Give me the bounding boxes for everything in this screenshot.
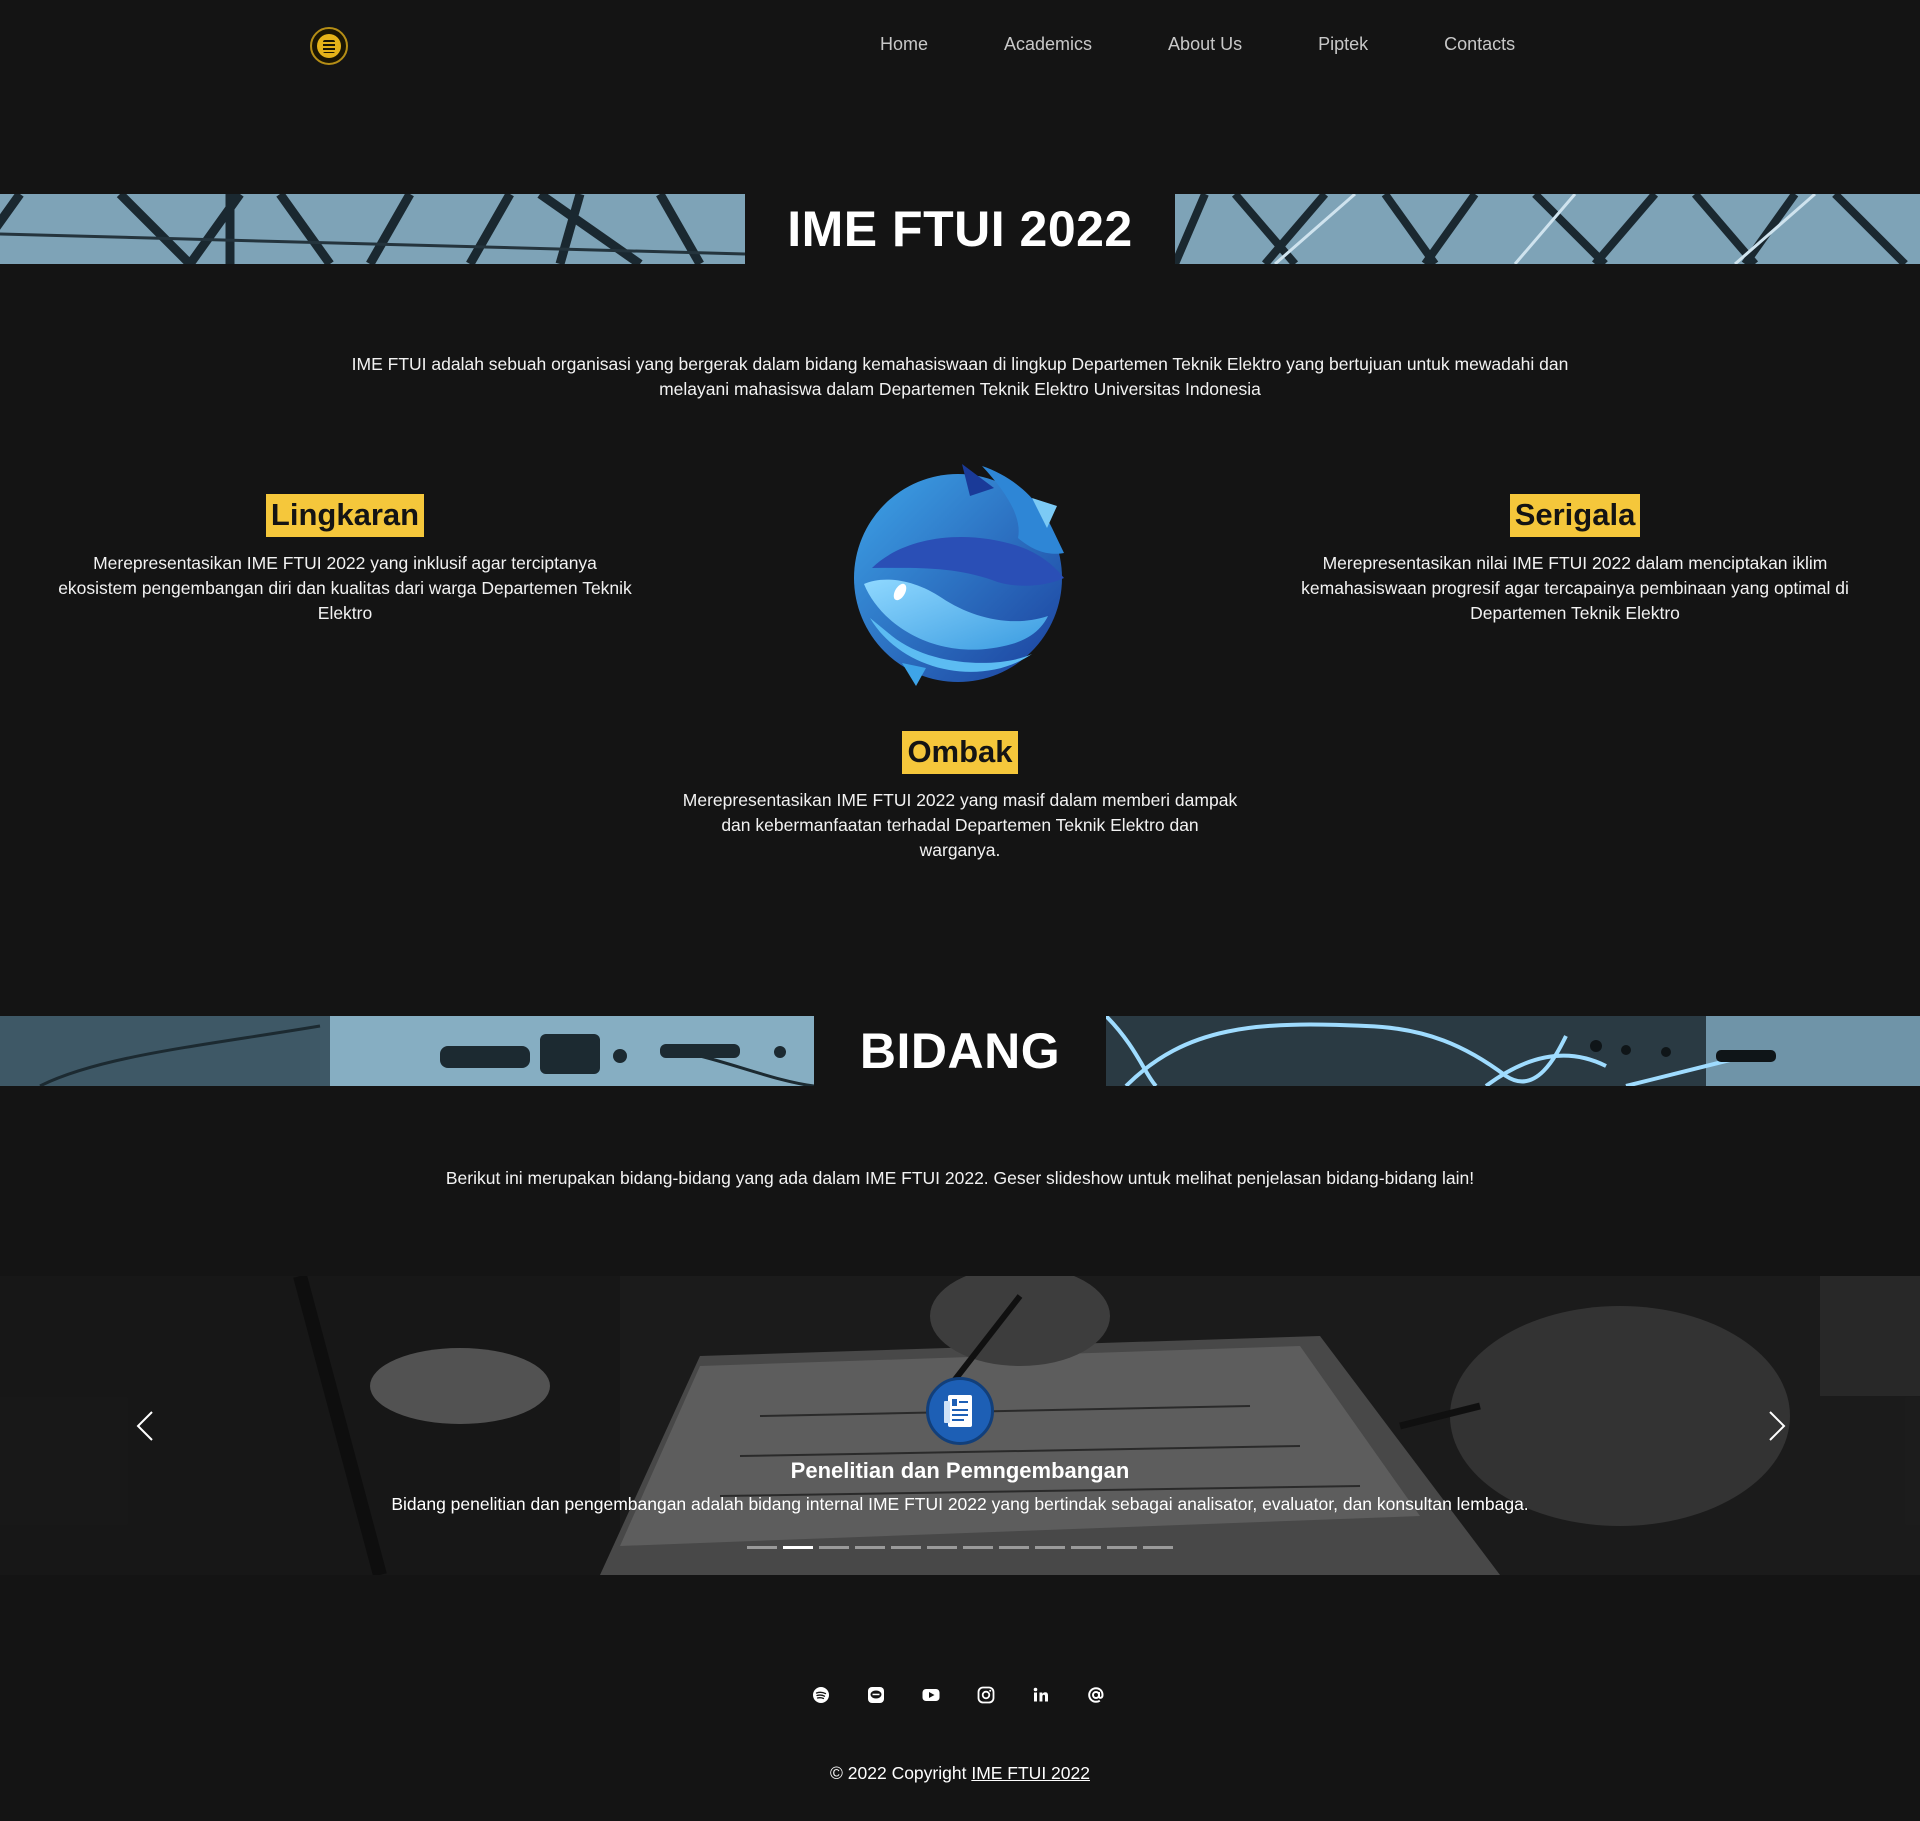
philosophy-lingkaran: Lingkaran Merepresentasikan IME FTUI 202… (55, 494, 635, 626)
copyright-link[interactable]: IME FTUI 2022 (971, 1763, 1090, 1783)
slide-title: Penelitian dan Pemngembangan (790, 1458, 1130, 1483)
spotify-icon[interactable] (812, 1686, 830, 1704)
philosophy-ombak: Ombak Merepresentasikan IME FTUI 2022 ya… (680, 731, 1240, 863)
slideshow-prev-arrow-icon[interactable] (130, 1408, 160, 1444)
slide-indicator[interactable] (963, 1546, 993, 1549)
wolf-emblem-icon (842, 458, 1078, 690)
serigala-text: Merepresentasikan nilai IME FTUI 2022 da… (1301, 553, 1849, 623)
slide-indicator[interactable] (819, 1546, 849, 1549)
slide-indicator[interactable] (891, 1546, 921, 1549)
bidang-slideshow[interactable]: Penelitian dan Pemngembangan Bidang pene… (0, 1276, 1920, 1575)
slideshow-indicators (747, 1546, 1179, 1549)
bidang-title: BIDANG (859, 1023, 1061, 1079)
copyright: © 2022 Copyright IME FTUI 2022 (0, 1763, 1920, 1784)
lingkaran-title: Lingkaran (265, 494, 425, 537)
youtube-icon[interactable] (922, 1686, 940, 1704)
nav-home[interactable]: Home (880, 34, 928, 55)
slide-indicator[interactable] (747, 1546, 777, 1549)
slide-indicator[interactable] (1035, 1546, 1065, 1549)
slide-indicator[interactable] (999, 1546, 1029, 1549)
document-report-icon (926, 1377, 994, 1445)
ombak-text: Merepresentasikan IME FTUI 2022 yang mas… (682, 790, 1238, 860)
bidang-banner-image-left (0, 1016, 814, 1086)
slide-indicator[interactable] (1071, 1546, 1101, 1549)
bidang-banner: BIDANG (0, 1016, 1920, 1086)
lingkaran-text: Merepresentasikan IME FTUI 2022 yang ink… (58, 553, 632, 623)
slide-description: Bidang penelitian dan pengembangan adala… (391, 1494, 1529, 1514)
ombak-title: Ombak (902, 731, 1018, 774)
serigala-title: Serigala (1509, 494, 1641, 537)
hero-title: IME FTUI 2022 (787, 201, 1133, 257)
line-icon[interactable] (867, 1686, 885, 1704)
navbar: Home Academics About Us Piptek Contacts (0, 0, 1920, 92)
bidang-banner-image-right (1106, 1016, 1920, 1086)
linkedin-icon[interactable] (1032, 1686, 1050, 1704)
philosophy-serigala: Serigala Merepresentasikan nilai IME FTU… (1295, 494, 1855, 626)
slide-indicator[interactable] (783, 1546, 813, 1549)
slide-indicator[interactable] (1143, 1546, 1173, 1549)
nav-piptek[interactable]: Piptek (1318, 34, 1368, 55)
slideshow-next-arrow-icon[interactable] (1762, 1408, 1792, 1444)
nav-contacts[interactable]: Contacts (1444, 34, 1515, 55)
slide-indicator[interactable] (927, 1546, 957, 1549)
bidang-intro: Berikut ini merupakan bidang-bidang yang… (445, 1168, 1475, 1188)
hero-banner: IME FTUI 2022 (0, 194, 1920, 264)
hero-banner-image-left (0, 194, 745, 264)
hero-intro: IME FTUI adalah sebuah organisasi yang b… (351, 354, 1569, 399)
social-links (812, 1686, 1142, 1704)
copyright-prefix: © 2022 Copyright (830, 1763, 972, 1783)
ime-logo-icon[interactable] (310, 27, 348, 65)
hero-banner-image-right (1175, 194, 1920, 264)
nav-about-us[interactable]: About Us (1168, 34, 1242, 55)
nav-links: Home Academics About Us Piptek Contacts (880, 34, 1515, 55)
instagram-icon[interactable] (977, 1686, 995, 1704)
slide-indicator[interactable] (1107, 1546, 1137, 1549)
nav-academics[interactable]: Academics (1004, 34, 1092, 55)
email-icon[interactable] (1087, 1686, 1105, 1704)
slide-indicator[interactable] (855, 1546, 885, 1549)
